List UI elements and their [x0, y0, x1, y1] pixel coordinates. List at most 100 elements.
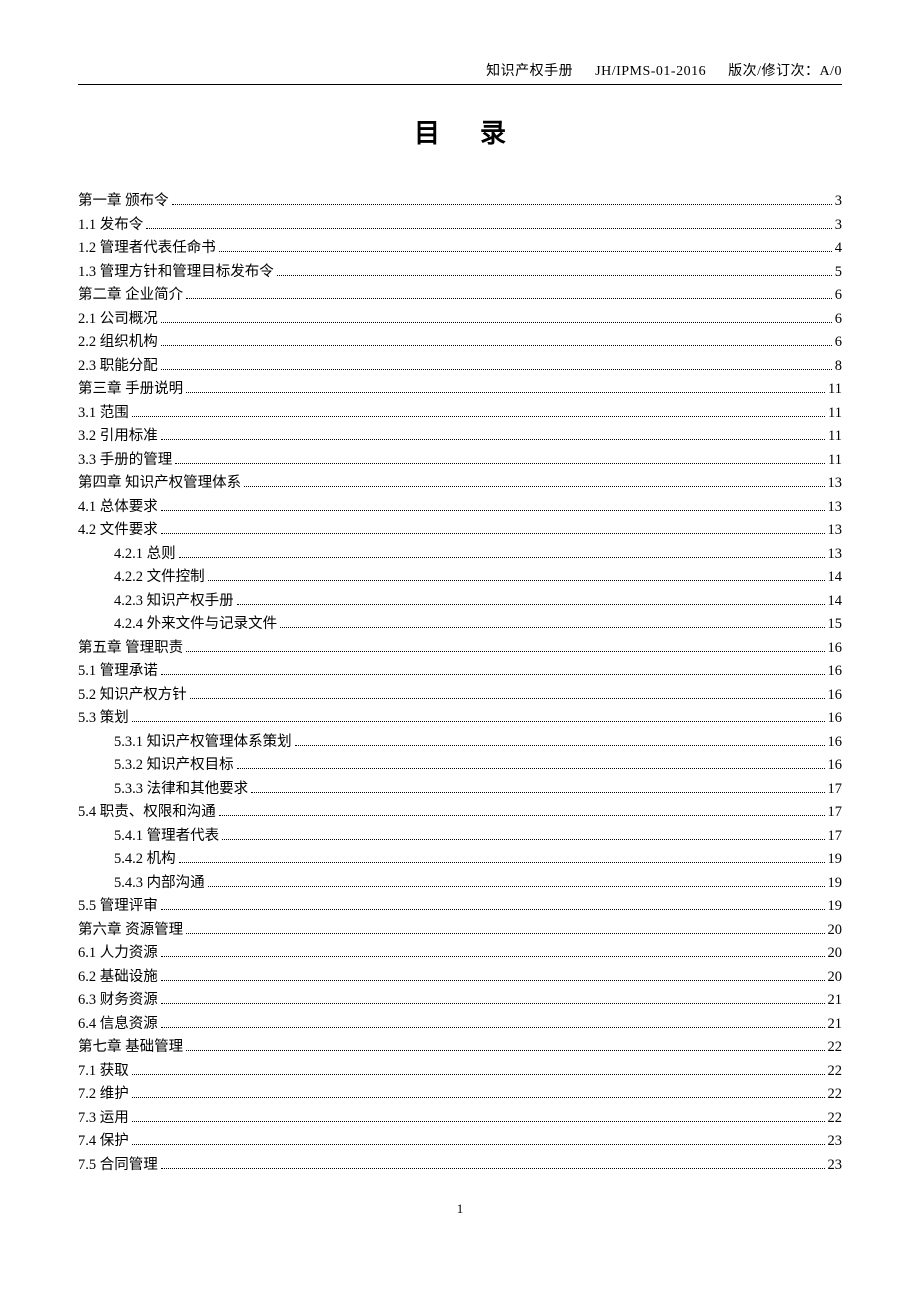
toc-entry: 5.4.1 管理者代表17 — [78, 825, 842, 849]
toc-entry-page: 16 — [828, 660, 843, 684]
toc-leader — [222, 839, 824, 840]
page-header: 知识产权手册 JH/IPMS-01-2016 版次/修订次：A/0 — [78, 60, 842, 85]
toc-entry-page: 5 — [835, 261, 842, 285]
toc-entry: 第一章 颁布令3 — [78, 190, 842, 214]
toc-leader — [132, 1074, 825, 1075]
toc-entry-label: 1.2 管理者代表任命书 — [78, 237, 216, 261]
toc-entry: 6.3 财务资源21 — [78, 989, 842, 1013]
toc-entry-page: 6 — [835, 284, 842, 308]
toc-leader — [186, 298, 832, 299]
toc-entry-page: 16 — [828, 637, 843, 661]
header-doc-title: 知识产权手册 — [486, 64, 573, 79]
toc-entry-label: 第七章 基础管理 — [78, 1036, 183, 1060]
toc-entry-label: 6.1 人力资源 — [78, 942, 158, 966]
toc-entry-label: 7.2 维护 — [78, 1083, 129, 1107]
toc-leader — [244, 486, 824, 487]
toc-leader — [161, 510, 825, 511]
toc-entry: 1.2 管理者代表任命书4 — [78, 237, 842, 261]
toc-leader — [179, 862, 825, 863]
toc-leader — [219, 815, 825, 816]
toc-leader — [172, 204, 832, 205]
toc-leader — [161, 1168, 825, 1169]
toc-entry-label: 第五章 管理职责 — [78, 637, 183, 661]
toc-entry: 2.2 组织机构6 — [78, 331, 842, 355]
toc-entry-page: 21 — [828, 989, 843, 1013]
toc-entry-page: 21 — [828, 1013, 843, 1037]
toc-entry-label: 5.4.3 内部沟通 — [114, 872, 205, 896]
toc-leader — [161, 322, 832, 323]
toc-leader — [161, 956, 825, 957]
toc-entry-page: 13 — [828, 519, 843, 543]
toc-entry-page: 23 — [828, 1154, 843, 1178]
toc-entry-page: 20 — [828, 966, 843, 990]
toc-entry-label: 7.5 合同管理 — [78, 1154, 158, 1178]
toc-entry-label: 第二章 企业简介 — [78, 284, 183, 308]
toc-entry: 2.1 公司概况6 — [78, 308, 842, 332]
toc-entry-page: 3 — [835, 190, 842, 214]
toc-entry-page: 22 — [828, 1083, 843, 1107]
toc-entry-page: 14 — [828, 566, 843, 590]
toc-leader — [161, 1003, 825, 1004]
toc-entry: 7.3 运用22 — [78, 1107, 842, 1131]
toc-list: 第一章 颁布令31.1 发布令31.2 管理者代表任命书41.3 管理方针和管理… — [78, 190, 842, 1177]
toc-entry-page: 16 — [828, 731, 843, 755]
toc-leader — [186, 651, 824, 652]
toc-entry-label: 4.1 总体要求 — [78, 496, 158, 520]
toc-entry: 5.3.2 知识产权目标16 — [78, 754, 842, 778]
toc-entry-page: 3 — [835, 214, 842, 238]
toc-entry: 6.2 基础设施 20 — [78, 966, 842, 990]
toc-entry-label: 第四章 知识产权管理体系 — [78, 472, 241, 496]
toc-entry-label: 第六章 资源管理 — [78, 919, 183, 943]
toc-entry-page: 11 — [828, 449, 842, 473]
toc-entry-label: 第三章 手册说明 — [78, 378, 183, 402]
toc-entry: 1.3 管理方针和管理目标发布令 5 — [78, 261, 842, 285]
toc-leader — [161, 439, 825, 440]
toc-entry: 7.1 获取22 — [78, 1060, 842, 1084]
toc-entry-page: 16 — [828, 684, 843, 708]
toc-entry: 4.1 总体要求 13 — [78, 496, 842, 520]
toc-leader — [161, 909, 825, 910]
toc-entry-page: 11 — [828, 425, 842, 449]
toc-entry-page: 13 — [828, 472, 843, 496]
toc-entry: 7.2 维护 22 — [78, 1083, 842, 1107]
toc-entry-label: 6.2 基础设施 — [78, 966, 158, 990]
toc-leader — [161, 674, 825, 675]
toc-entry: 第四章 知识产权管理体系 13 — [78, 472, 842, 496]
toc-leader — [237, 604, 825, 605]
toc-entry: 第六章 资源管理 20 — [78, 919, 842, 943]
toc-entry-label: 5.4 职责、权限和沟通 — [78, 801, 216, 825]
toc-entry: 7.4 保护23 — [78, 1130, 842, 1154]
header-doc-no: JH/IPMS-01-2016 — [595, 64, 706, 79]
toc-leader — [175, 463, 825, 464]
toc-entry-page: 17 — [828, 801, 843, 825]
toc-entry-label: 2.3 职能分配 — [78, 355, 158, 379]
toc-entry-page: 17 — [828, 778, 843, 802]
toc-leader — [186, 392, 825, 393]
toc-leader — [146, 228, 832, 229]
toc-entry: 4.2.2 文件控制 14 — [78, 566, 842, 590]
toc-entry-label: 5.1 管理承诺 — [78, 660, 158, 684]
toc-entry-label: 4.2.1 总则 — [114, 543, 176, 567]
toc-entry-label: 4.2 文件要求 — [78, 519, 158, 543]
toc-entry-label: 3.3 手册的管理 — [78, 449, 172, 473]
toc-entry-page: 14 — [828, 590, 843, 614]
toc-leader — [237, 768, 825, 769]
toc-entry-page: 19 — [828, 848, 843, 872]
toc-entry: 5.3 策划16 — [78, 707, 842, 731]
toc-entry: 5.2 知识产权方针16 — [78, 684, 842, 708]
toc-leader — [132, 1144, 825, 1145]
toc-entry-page: 11 — [828, 378, 842, 402]
toc-entry-label: 4.2.4 外来文件与记录文件 — [114, 613, 277, 637]
toc-entry-page: 16 — [828, 707, 843, 731]
toc-entry: 3.2 引用标准11 — [78, 425, 842, 449]
toc-entry-label: 1.3 管理方针和管理目标发布令 — [78, 261, 274, 285]
toc-entry-page: 16 — [828, 754, 843, 778]
toc-entry: 第七章 基础管理22 — [78, 1036, 842, 1060]
toc-entry-label: 4.2.2 文件控制 — [114, 566, 205, 590]
toc-entry-label: 3.1 范围 — [78, 402, 129, 426]
toc-entry: 5.4.3 内部沟通19 — [78, 872, 842, 896]
toc-entry-page: 20 — [828, 919, 843, 943]
toc-entry: 4.2.3 知识产权手册14 — [78, 590, 842, 614]
toc-entry-page: 13 — [828, 496, 843, 520]
toc-leader — [208, 886, 825, 887]
